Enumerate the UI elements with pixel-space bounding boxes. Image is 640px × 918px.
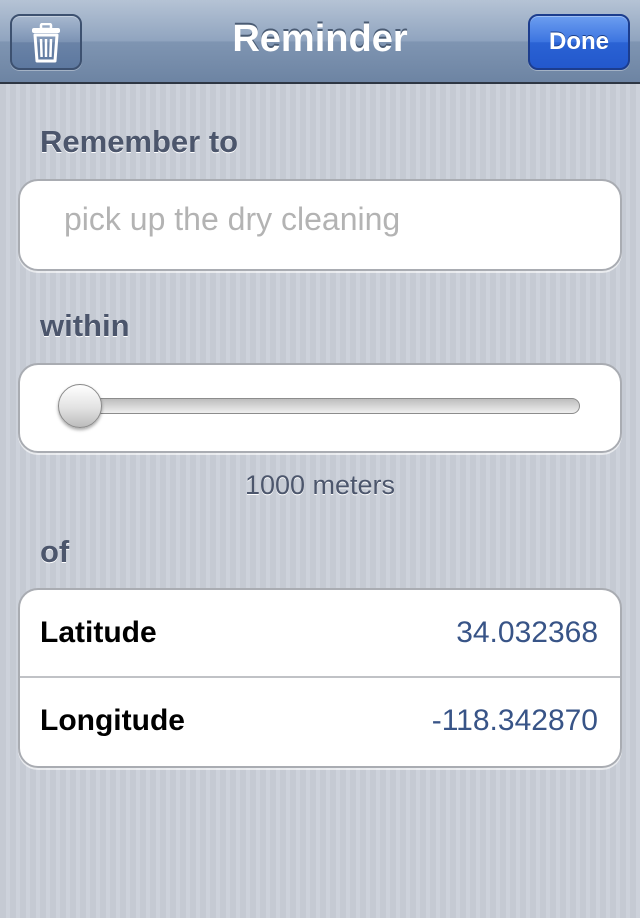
reminder-text-input[interactable] [64,201,604,238]
distance-value-label: 1000 meters [244,470,396,500]
remember-to-label: Remember to [40,124,239,159]
longitude-value: -118.342870 [431,704,598,737]
done-button[interactable]: Done [528,14,630,70]
of-label: of [40,534,70,569]
latitude-label: Latitude [40,616,157,649]
latitude-row[interactable]: Latitude 34.032368 [20,590,620,678]
distance-slider-card [18,363,622,453]
location-table: Latitude 34.032368 Longitude -118.342870 [18,588,622,768]
longitude-row[interactable]: Longitude -118.342870 [20,678,620,766]
navigation-bar: Reminder Done [0,0,640,84]
longitude-label: Longitude [40,704,185,737]
distance-slider-track[interactable] [76,398,580,414]
within-label: within [40,308,130,343]
distance-slider-thumb[interactable] [58,384,102,428]
reminder-text-card [18,179,622,271]
latitude-value: 34.032368 [456,616,598,649]
